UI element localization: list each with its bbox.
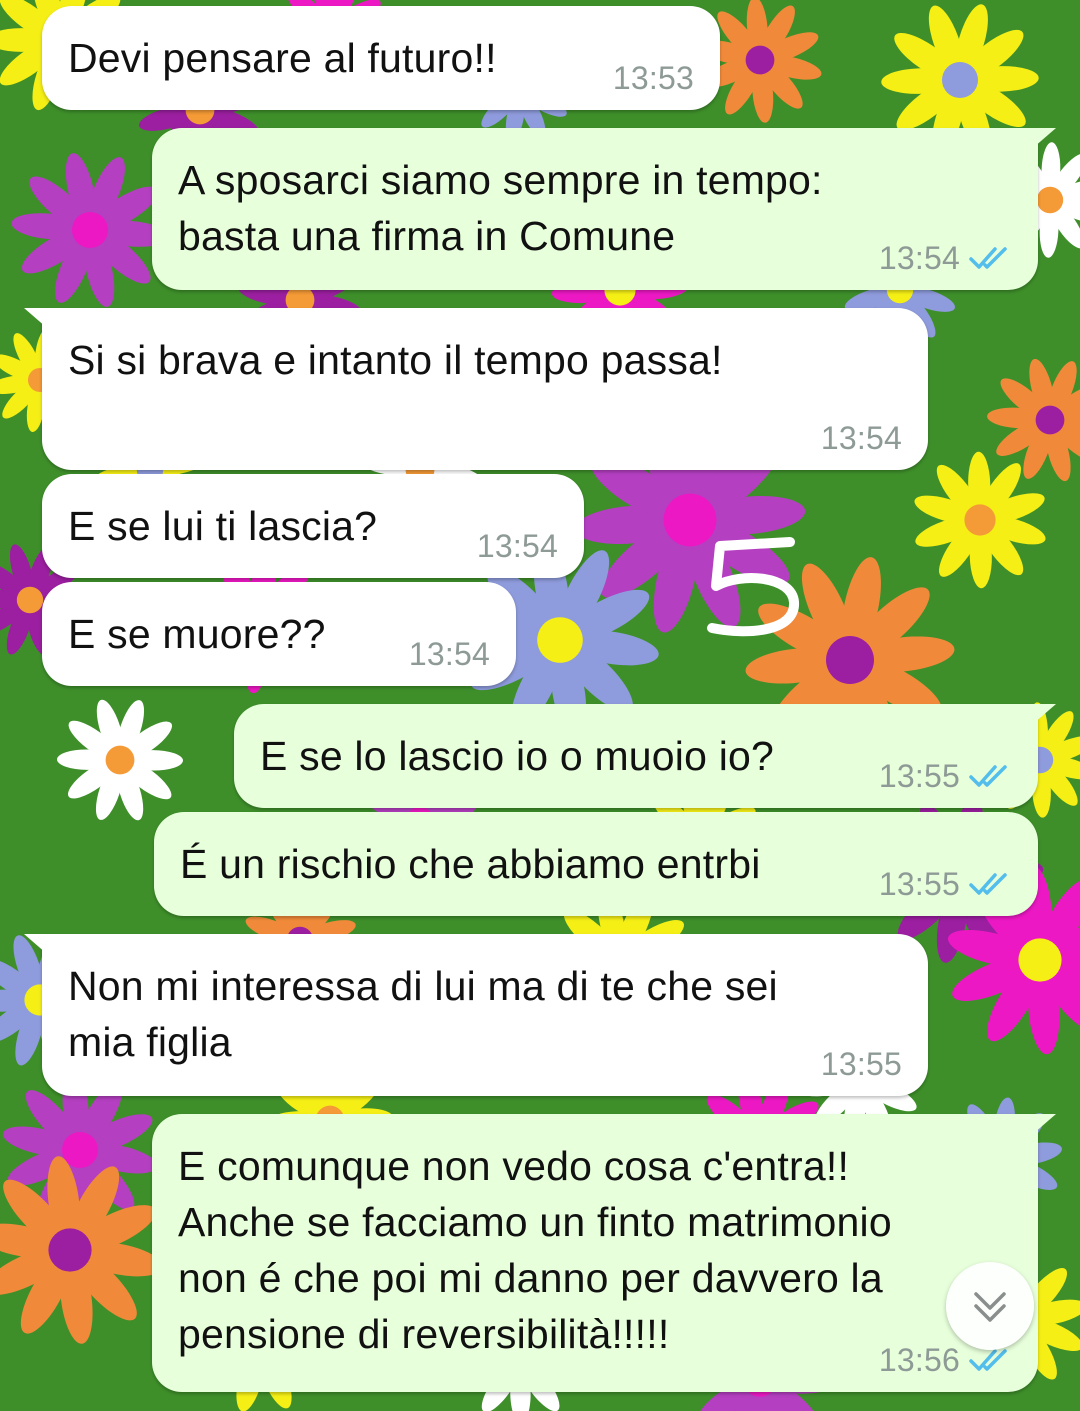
bubble-tail [24,934,54,960]
bubble-tail [1026,128,1056,154]
outgoing-message-bubble[interactable]: A sposarci siamo sempre in tempo: basta … [152,128,1056,290]
message-timestamp: 13:56 [878,1342,960,1378]
message-meta: 13:55 [821,1044,902,1084]
message-timestamp: 13:54 [820,420,902,456]
message-meta: 13:54 [477,526,558,566]
message-text: E comunque non vedo cosa c'entra!! Anche… [178,1143,892,1357]
incoming-message-bubble[interactable]: E se muore?? 13:54 [42,582,516,686]
chat-area[interactable]: Devi pensare al futuro!! 13:53 A sposarci … [0,0,1080,1411]
message-timestamp: 13:55 [878,758,960,794]
bubble-tail [1026,704,1056,730]
message-timestamp: 13:53 [612,60,694,96]
message-text: Si si brava e intanto il tempo passa! [68,337,723,383]
double-check-icon [969,247,1007,269]
incoming-message-bubble[interactable]: E se lui ti lascia? 13:54 [42,474,584,578]
message-timestamp: 13:54 [878,240,960,276]
message-meta: 13:54 [879,238,1012,278]
message-meta: 13:53 [613,58,694,98]
message-meta: 13:55 [879,756,1012,796]
double-check-icon [969,765,1007,787]
incoming-message-bubble[interactable]: Non mi interessa di lui ma di te che sei… [24,934,928,1096]
double-check-icon [969,873,1007,895]
message-meta: 13:54 [821,418,902,458]
double-check-icon [969,1349,1007,1371]
incoming-message-bubble[interactable]: Si si brava e intanto il tempo passa! 13:… [24,308,928,470]
message-timestamp: 13:54 [476,528,558,564]
message-timestamp: 13:55 [878,866,960,902]
message-timestamp: 13:54 [408,636,490,672]
outgoing-message-bubble[interactable]: É un rischio che abbiamo entrbi 13:55 [154,812,1038,916]
chevron-double-down-icon [974,1292,1006,1322]
message-text: Devi pensare al futuro!! [68,35,497,81]
message-timestamp: 13:55 [820,1046,902,1082]
scroll-down-button[interactable] [946,1262,1034,1350]
outgoing-message-bubble[interactable]: E se lo lascio io o muoio io? 13:55 [234,704,1056,808]
outgoing-message-bubble[interactable]: E comunque non vedo cosa c'entra!! Anche… [152,1114,1056,1392]
bubble-tail [1026,1114,1056,1140]
message-text: Non mi interessa di lui ma di te che sei… [68,963,778,1065]
incoming-message-bubble[interactable]: Devi pensare al futuro!! 13:53 [42,6,720,110]
bubble-tail [24,308,54,334]
handwritten-number-annotation [707,537,799,637]
message-meta: 13:54 [409,634,490,674]
message-meta: 13:55 [879,864,1012,904]
